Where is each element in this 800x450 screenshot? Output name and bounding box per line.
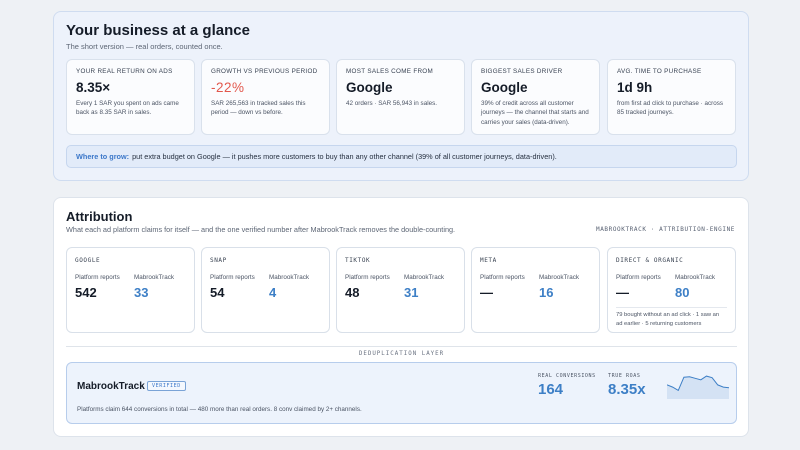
attribution-subtitle: What each ad platform claims for itself … — [66, 225, 456, 234]
real-conversions-metric: REAL CONVERSIONS 164 — [538, 373, 596, 398]
kpi-label: Your real return on ads — [76, 68, 173, 75]
platform-name: DIRECT & ORGANIC — [616, 257, 684, 264]
kpi-label: Biggest sales driver — [481, 68, 563, 75]
kpi-value: 8.35× — [76, 80, 111, 95]
platform-name: TIKTOK — [345, 257, 371, 264]
where-to-grow-lead: Where to grow: — [76, 152, 130, 161]
platform-name: META — [480, 257, 497, 264]
direct-organic-note: 79 bought without an ad click · 1 saw an… — [616, 307, 727, 328]
conversion-summary: Platforms claim 644 conversions in total… — [77, 406, 362, 413]
platform-reports-label: Platform reports — [480, 274, 525, 281]
platform-reports-value: 48 — [345, 285, 360, 300]
kpi-label: Avg. time to purchase — [617, 68, 702, 75]
kpi-card-most-sales: Most sales come from Google 42 orders · … — [336, 59, 465, 135]
deduplication-divider: DEDUPLICATION LAYER — [66, 346, 737, 357]
kpi-value: Google — [481, 80, 528, 95]
platform-reports-value: 542 — [75, 285, 97, 300]
kpi-description: 39% of credit across all customer journe… — [481, 100, 589, 126]
deduplication-label: DEDUPLICATION LAYER — [350, 351, 453, 357]
kpi-card-time-to-purchase: Avg. time to purchase 1d 9h from first a… — [607, 59, 736, 135]
engine-label: MABROOKTRACK · ATTRIBUTION-ENGINE — [595, 226, 735, 233]
true-roas-label: TRUE ROAS — [608, 373, 641, 379]
glance-title: Your business at a glance — [66, 22, 250, 39]
true-roas-value: 8.35x — [608, 381, 646, 398]
platform-card-google: GOOGLE Platform reports 542 MabrookTrack… — [66, 247, 195, 333]
platform-reports-value: — — [480, 285, 493, 300]
platform-reports-label: Platform reports — [345, 274, 390, 281]
mabrooktrack-label: MabrookTrack — [134, 274, 175, 281]
mabrooktrack-value: 80 — [675, 285, 690, 300]
kpi-value: 1d 9h — [617, 80, 653, 95]
mabrooktrack-brand: MabrookTrack — [77, 381, 145, 392]
kpi-description: SAR 265,563 in tracked sales this period… — [211, 100, 306, 117]
platform-reports-value: 54 — [210, 285, 225, 300]
attribution-title: Attribution — [66, 209, 133, 224]
kpi-description: Every 1 SAR you spent on ads came back a… — [76, 100, 179, 117]
platform-reports-label: Platform reports — [616, 274, 661, 281]
conversions-sparkline — [667, 375, 729, 399]
platform-card-meta: META Platform reports — MabrookTrack 16 — [471, 247, 600, 333]
kpi-value: Google — [346, 80, 393, 95]
platform-card-tiktok: TIKTOK Platform reports 48 MabrookTrack … — [336, 247, 465, 333]
kpi-card-growth: Growth vs previous period -22% SAR 265,5… — [201, 59, 330, 135]
platform-reports-label: Platform reports — [210, 274, 255, 281]
real-conversions-value: 164 — [538, 381, 564, 398]
platform-card-snap: SNAP Platform reports 54 MabrookTrack 4 — [201, 247, 330, 333]
true-roas-metric: TRUE ROAS 8.35x — [608, 373, 646, 398]
mabrooktrack-value: 33 — [134, 285, 149, 300]
mabrooktrack-label: MabrookTrack — [539, 274, 580, 281]
real-conversions-label: REAL CONVERSIONS — [538, 373, 596, 379]
mabrooktrack-value: 31 — [404, 285, 419, 300]
verified-badge: VERIFIED — [147, 381, 186, 391]
platform-card-direct-organic: DIRECT & ORGANIC Platform reports — Mabr… — [607, 247, 736, 333]
kpi-label: Growth vs previous period — [211, 68, 318, 75]
kpi-label: Most sales come from — [346, 68, 434, 75]
kpi-card-sales-driver: Biggest sales driver Google 39% of credi… — [471, 59, 600, 135]
mabrooktrack-value: 4 — [269, 285, 277, 300]
attribution-panel: Attribution What each ad platform claims… — [53, 197, 749, 437]
kpi-description: from first ad click to purchase · across… — [617, 100, 724, 117]
mabrooktrack-label: MabrookTrack — [404, 274, 445, 281]
kpi-description: 42 orders · SAR 56,943 in sales. — [346, 100, 438, 107]
mabrooktrack-label: MabrookTrack — [269, 274, 310, 281]
business-glance-panel: Your business at a glance The short vers… — [53, 11, 749, 181]
platform-reports-value: — — [616, 285, 629, 300]
mabrooktrack-label: MabrookTrack — [675, 274, 716, 281]
where-to-grow-text: put extra budget on Google — it pushes m… — [132, 152, 557, 161]
mabrooktrack-verified-card: MabrookTrack VERIFIED Platforms claim 64… — [66, 362, 737, 424]
kpi-value: -22% — [211, 80, 245, 95]
platform-reports-label: Platform reports — [75, 274, 120, 281]
mabrooktrack-value: 16 — [539, 285, 554, 300]
where-to-grow-banner: Where to grow: put extra budget on Google… — [66, 145, 737, 168]
kpi-card-real-return: Your real return on ads 8.35× Every 1 SA… — [66, 59, 195, 135]
glance-subtitle: The short version — real orders, counted… — [66, 42, 223, 51]
platform-name: GOOGLE — [75, 257, 101, 264]
platform-name: SNAP — [210, 257, 227, 264]
